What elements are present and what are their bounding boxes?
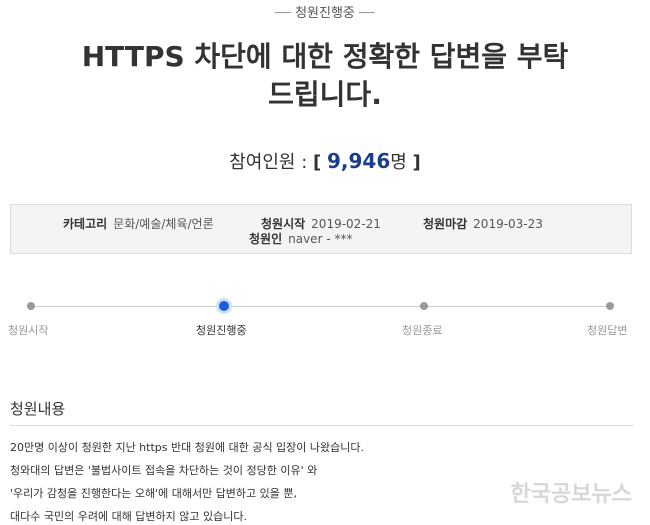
status-text: 청원진행중 xyxy=(295,6,355,21)
petitioner-value: naver - *** xyxy=(288,232,353,246)
step-label-closed: 청원종료 xyxy=(402,324,443,337)
step-dot-closed xyxy=(420,302,428,310)
step-dot-answer xyxy=(606,302,614,310)
participant-number: 9,946 xyxy=(326,149,391,173)
participant-label: 참여인원 : xyxy=(229,152,308,173)
title-line-1: HTTPS 차단에 대한 정확한 답변을 부탁 xyxy=(81,40,569,73)
petitioner-label: 청원인 xyxy=(249,232,283,246)
end-label: 청원마감 xyxy=(423,217,468,231)
category-value: 문화/예술/체육/언론 xyxy=(113,217,214,231)
petition-progress: 청원시작 청원진행중 청원종료 청원답변 xyxy=(0,292,650,342)
bracket-close: ] xyxy=(412,152,421,173)
dash-right: ── xyxy=(354,6,375,21)
participant-count: 참여인원 : [ 9,946명 ] xyxy=(0,148,650,174)
petition-status-header: ── 청원진행중 ── xyxy=(0,2,650,21)
dash-left: ── xyxy=(275,6,296,21)
start-label: 청원시작 xyxy=(261,217,306,231)
content-line: 20만명 이상이 청원한 지난 https 반대 청원에 대한 공식 입장이 나… xyxy=(10,441,365,454)
participant-unit: 명 xyxy=(390,152,407,173)
section-title-content: 청원내용 xyxy=(10,400,66,418)
start-value: 2019-02-21 xyxy=(311,217,381,231)
content-line: 대다수 국민의 우려에 대해 답변하지 않고 있습니다. xyxy=(10,510,247,523)
step-dot-start xyxy=(27,302,35,310)
petition-title: HTTPS 차단에 대한 정확한 답변을 부탁 드립니다. xyxy=(30,38,620,114)
section-divider xyxy=(10,425,634,426)
info-petitioner: 청원인 naver - *** xyxy=(249,230,352,247)
bracket-open: [ xyxy=(313,152,322,173)
petition-info-box: 카테고리 문화/예술/체육/언론 청원시작 2019-02-21 청원마감 2019-… xyxy=(10,204,632,254)
title-line-2: 드립니다. xyxy=(268,78,382,111)
news-watermark: 한국공보뉴스 xyxy=(510,482,632,507)
step-label-answer: 청원답변 xyxy=(587,324,628,337)
category-label: 카테고리 xyxy=(63,217,108,231)
info-category: 카테고리 문화/예술/체육/언론 xyxy=(63,215,214,232)
progress-line xyxy=(32,306,610,307)
petition-page: ── 청원진행중 ── HTTPS 차단에 대한 정확한 답변을 부탁 드립니다… xyxy=(0,0,650,525)
info-end-date: 청원마감 2019-03-23 xyxy=(423,215,543,232)
step-dot-in-progress xyxy=(219,301,229,311)
end-value: 2019-03-23 xyxy=(473,217,543,231)
step-label-start: 청원시작 xyxy=(8,324,49,337)
step-label-in-progress: 청원진행중 xyxy=(196,324,247,337)
